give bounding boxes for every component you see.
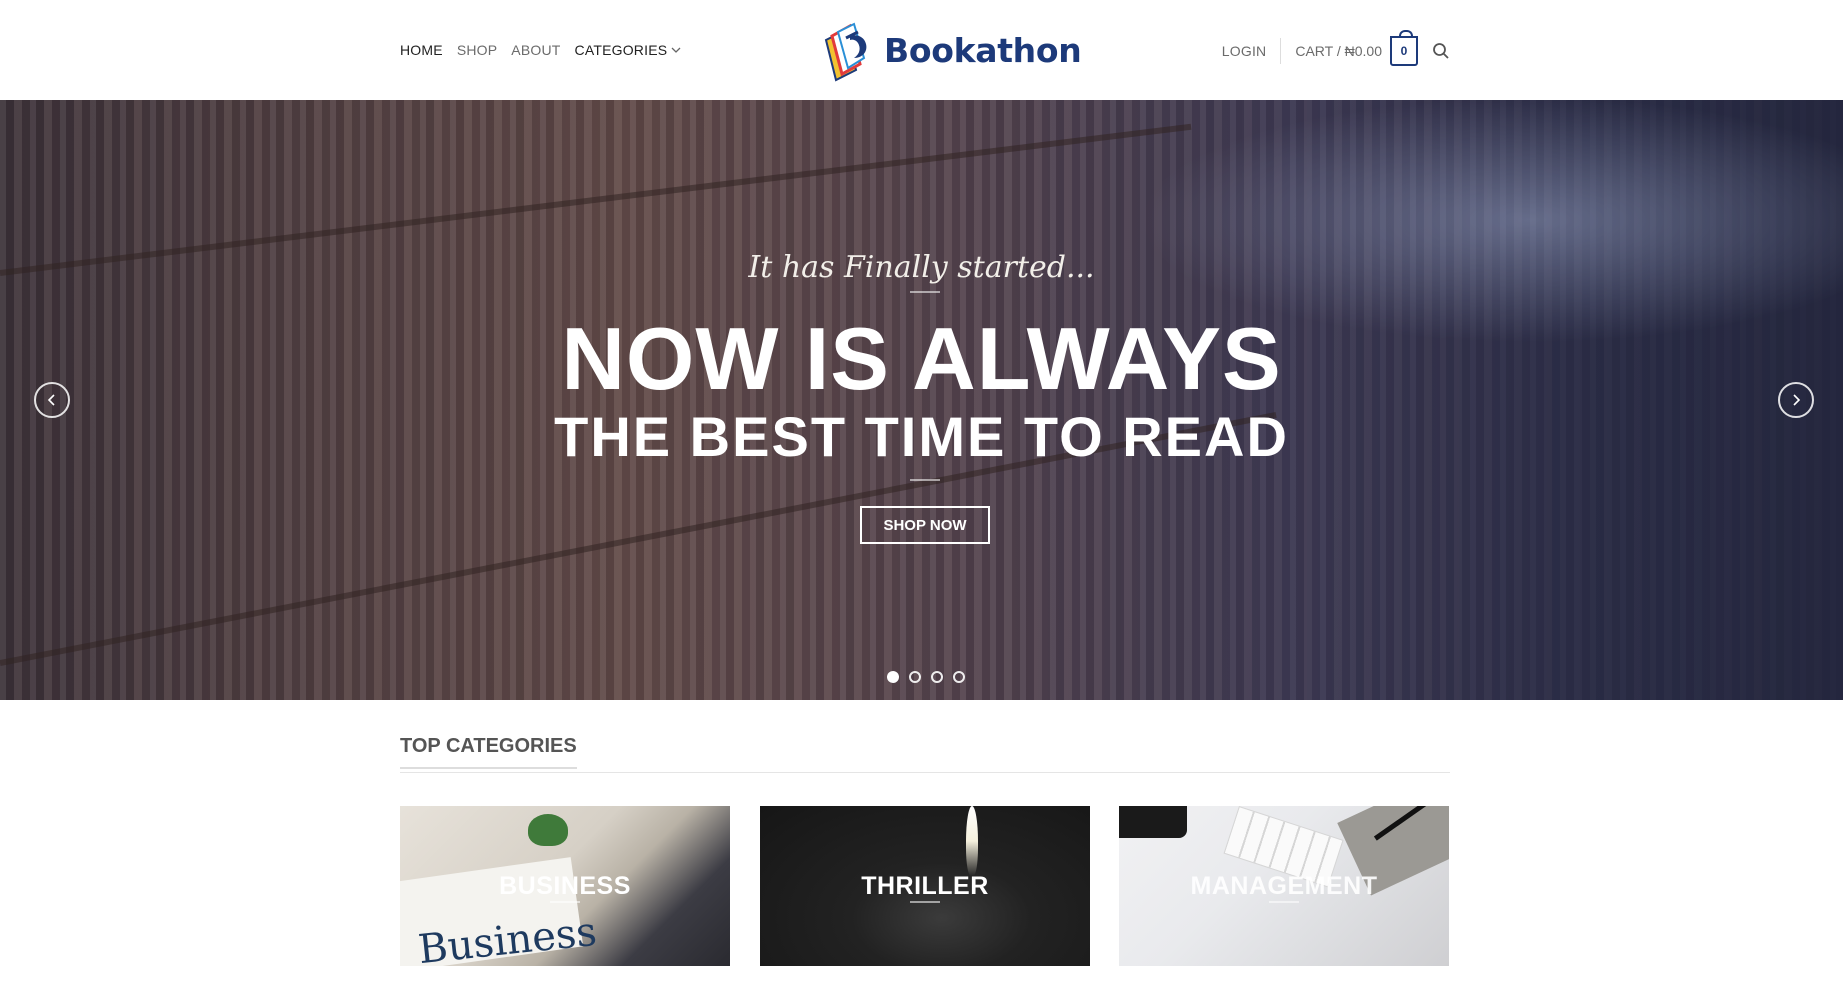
search-icon[interactable] [1432, 42, 1450, 60]
hero-divider [910, 479, 940, 481]
login-link[interactable]: LOGIN [1222, 43, 1267, 59]
shop-now-button[interactable]: SHOP NOW [860, 506, 990, 544]
candle-flame-image [966, 806, 978, 876]
section-heading: TOP CATEGORIES [400, 735, 1450, 773]
slider-dot-1[interactable] [887, 671, 899, 683]
phone-image [1119, 806, 1187, 838]
main-nav: HOME SHOP ABOUT CATEGORIES [400, 42, 681, 58]
nav-categories[interactable]: CATEGORIES [575, 42, 682, 58]
book-logo-icon [824, 22, 867, 82]
nav-about[interactable]: ABOUT [511, 42, 560, 58]
category-card-management[interactable]: MANAGEMENT [1119, 806, 1449, 966]
slider-next-button[interactable] [1778, 382, 1814, 418]
category-divider [910, 901, 940, 903]
hero-slider: It has Finally started... NOW IS ALWAYS … [0, 100, 1843, 700]
chevron-left-icon [47, 394, 55, 406]
cart-bag-icon: 0 [1390, 30, 1418, 66]
nav-home[interactable]: HOME [400, 42, 443, 58]
slider-prev-button[interactable] [34, 382, 70, 418]
nav-categories-label: CATEGORIES [574, 42, 668, 58]
category-label: MANAGEMENT [1190, 871, 1378, 900]
category-label: THRILLER [861, 871, 989, 900]
cart-total: CART / ₦0.00 [1295, 43, 1382, 59]
chevron-right-icon [1793, 394, 1801, 406]
category-card-thriller[interactable]: THRILLER [760, 806, 1090, 966]
nav-divider [1280, 38, 1282, 64]
category-card-business[interactable]: Business BUSINESS [400, 806, 730, 966]
slider-dots [887, 671, 965, 683]
account-nav: LOGIN CART / ₦0.00 0 [1222, 30, 1450, 66]
nav-shop[interactable]: SHOP [457, 42, 497, 58]
site-logo[interactable]: Bookathon [820, 18, 1082, 82]
section-rule [400, 772, 1450, 773]
slider-dot-3[interactable] [931, 671, 943, 683]
cart-count: 0 [1400, 44, 1408, 58]
slider-dot-2[interactable] [909, 671, 921, 683]
hero-divider [910, 291, 940, 293]
slider-dot-4[interactable] [953, 671, 965, 683]
site-header: HOME SHOP ABOUT CATEGORIES Bookathon LOG… [0, 0, 1843, 100]
brand-name: Bookathon [884, 30, 1082, 70]
category-divider [550, 901, 580, 903]
section-title: TOP CATEGORIES [400, 735, 577, 769]
chevron-down-icon [671, 47, 681, 53]
plant-image [528, 814, 568, 846]
category-label: BUSINESS [499, 871, 631, 900]
hero-subtitle: THE BEST TIME TO READ [554, 405, 1289, 468]
hero-title: NOW IS ALWAYS [561, 309, 1282, 408]
hero-content: It has Finally started... NOW IS ALWAYS … [0, 100, 1843, 700]
cart-link[interactable]: CART / ₦0.00 0 [1295, 30, 1418, 66]
hero-pre-title: It has Finally started... [748, 250, 1095, 285]
category-divider [1269, 901, 1299, 903]
